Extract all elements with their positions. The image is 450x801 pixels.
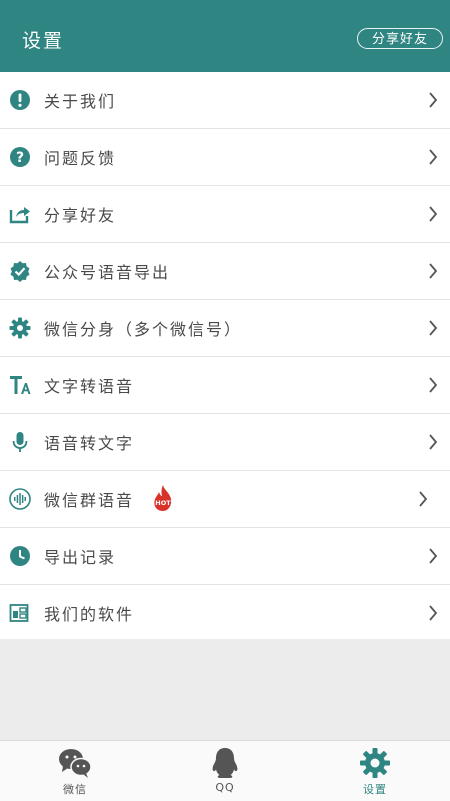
- chevron-right-icon: [429, 206, 438, 222]
- page-title: 设置: [22, 30, 65, 52]
- tab-wechat[interactable]: 微信: [0, 741, 150, 801]
- menu-item-speech-to-text[interactable]: 语音转文字: [0, 414, 450, 471]
- chevron-right-icon: [429, 320, 438, 336]
- empty-background: [0, 639, 450, 740]
- menu-item-label: 导出记录: [44, 548, 117, 567]
- microphone-icon: [12, 432, 28, 452]
- menu-item-label: 关于我们: [44, 92, 117, 111]
- menu-item-label: 微信分身（多个微信号）: [44, 320, 243, 339]
- menu-item-export-records[interactable]: 导出记录: [0, 528, 450, 585]
- menu-item-about-us[interactable]: 关于我们: [0, 72, 450, 129]
- svg-text:?: ?: [16, 150, 24, 166]
- wechat-icon: [59, 749, 92, 778]
- chevron-right-icon: [429, 377, 438, 393]
- tab-label: 微信: [63, 783, 87, 796]
- menu-item-group-voice[interactable]: 微信群语音 HOT: [0, 471, 450, 528]
- menu-item-wechat-clone[interactable]: 微信分身（多个微信号）: [0, 300, 450, 357]
- app-header: 设置 分享好友: [0, 0, 450, 72]
- menu-item-our-software[interactable]: 我们的软件: [0, 585, 450, 641]
- tab-qq[interactable]: QQ: [150, 741, 300, 801]
- text-to-speech-icon: [10, 376, 31, 394]
- tab-label: 设置: [363, 783, 387, 796]
- hot-badge-label: HOT: [155, 499, 171, 507]
- verified-badge-icon: [10, 261, 30, 282]
- menu-item-text-to-speech[interactable]: 文字转语音: [0, 357, 450, 414]
- menu-item-label: 问题反馈: [44, 149, 117, 168]
- menu-item-label: 微信群语音: [44, 491, 135, 510]
- chevron-right-icon: [429, 605, 438, 621]
- voice-wave-icon: [9, 488, 31, 510]
- menu-item-label: 我们的软件: [44, 605, 135, 624]
- chevron-right-icon: [429, 149, 438, 165]
- bottom-tab-bar: 微信 QQ 设置: [0, 740, 450, 801]
- chevron-right-icon: [429, 434, 438, 450]
- menu-item-label: 分享好友: [44, 206, 117, 225]
- clock-icon: [10, 546, 30, 566]
- share-icon: [9, 207, 30, 224]
- share-friends-button[interactable]: 分享好友: [357, 28, 443, 49]
- question-icon: ?: [10, 147, 30, 167]
- apps-icon: [9, 604, 29, 622]
- hot-badge-icon: HOT: [154, 485, 171, 511]
- info-icon: [10, 90, 30, 110]
- menu-item-feedback[interactable]: ? 问题反馈: [0, 129, 450, 186]
- qq-penguin-icon: [212, 748, 238, 778]
- settings-list: 关于我们 ? 问题反馈 分享好友 公众号语音导出 微信分身（多个微信号） 文字转…: [0, 72, 450, 641]
- menu-item-label: 公众号语音导出: [44, 263, 171, 282]
- chevron-right-icon: [429, 548, 438, 564]
- gear-icon: [9, 317, 31, 339]
- menu-item-official-account-export[interactable]: 公众号语音导出: [0, 243, 450, 300]
- menu-item-share-friends[interactable]: 分享好友: [0, 186, 450, 243]
- chevron-right-icon: [419, 491, 428, 507]
- menu-item-label: 文字转语音: [44, 377, 135, 396]
- chevron-right-icon: [429, 92, 438, 108]
- menu-item-label: 语音转文字: [44, 434, 135, 453]
- chevron-right-icon: [429, 263, 438, 279]
- tab-label: QQ: [215, 781, 235, 794]
- tab-settings[interactable]: 设置: [300, 741, 450, 801]
- settings-gear-icon: [360, 748, 390, 778]
